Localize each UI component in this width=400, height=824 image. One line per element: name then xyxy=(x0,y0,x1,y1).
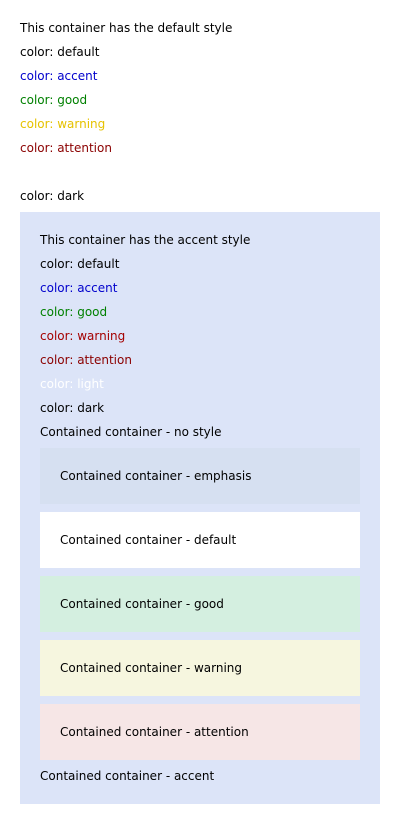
adaptive-card-page: This container has the default style col… xyxy=(0,0,400,824)
default-style-heading: This container has the default style xyxy=(20,21,233,35)
accent-color-attention-text: color: attention xyxy=(40,353,132,367)
accent-color-default-text: color: default xyxy=(40,257,120,271)
default-color-default-text: color: default xyxy=(20,45,100,59)
default-color-dark-text: color: dark xyxy=(20,189,85,203)
contained-accent-label: Contained container - accent xyxy=(40,769,215,783)
contained-default-container: Contained container - default xyxy=(40,512,360,568)
default-color-attention-text: color: attention xyxy=(20,141,112,155)
accent-color-dark-text: color: dark xyxy=(40,401,105,415)
contained-good-label: Contained container - good xyxy=(60,597,224,611)
accent-color-accent-text: color: accent xyxy=(40,281,118,295)
default-color-accent-text: color: accent xyxy=(20,69,98,83)
contained-attention-container: Contained container - attention xyxy=(40,704,360,760)
contained-warning-label: Contained container - warning xyxy=(60,661,243,675)
contained-good-container: Contained container - good xyxy=(40,576,360,632)
contained-attention-label: Contained container - attention xyxy=(60,725,249,739)
accent-style-container: This container has the accent style colo… xyxy=(20,212,380,804)
default-color-warning-text: color: warning xyxy=(20,117,106,131)
contained-emphasis-container: Contained container - emphasis xyxy=(40,448,360,504)
contained-warning-container: Contained container - warning xyxy=(40,640,360,696)
accent-color-light-text: color: light xyxy=(40,377,104,391)
accent-color-warning-text: color: warning xyxy=(40,329,126,343)
contained-default-label: Contained container - default xyxy=(60,533,237,547)
contained-emphasis-label: Contained container - emphasis xyxy=(60,469,252,483)
accent-style-heading: This container has the accent style xyxy=(40,233,251,247)
default-color-good-text: color: good xyxy=(20,93,88,107)
accent-color-good-text: color: good xyxy=(40,305,108,319)
contained-no-style-label: Contained container - no style xyxy=(40,425,222,439)
